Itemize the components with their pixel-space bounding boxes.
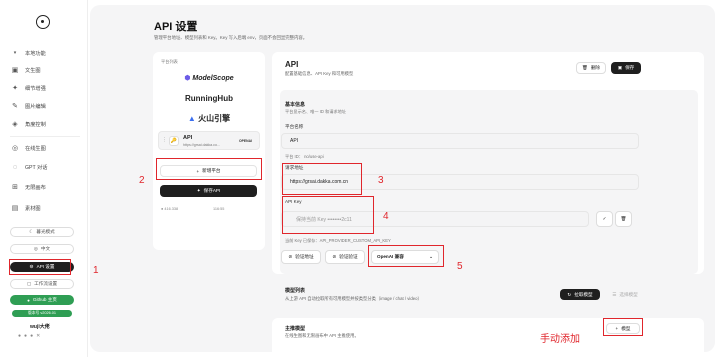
globe-icon: ◎ [11, 145, 19, 152]
version-badge: 版本号 v2026.01 [12, 310, 72, 317]
key-env-hint: 当前 Key 已保存：API_PROVIDER_CUSTOM_API_KEY [285, 238, 391, 243]
user-name: wuji大佬 [30, 324, 50, 330]
provider-footer-right: 116:55 [213, 207, 225, 211]
save-icon: ▣ [617, 65, 623, 70]
provider-runninghub[interactable]: RunningHub [153, 94, 265, 103]
list-icon: ☰ [612, 291, 617, 297]
check-circle-icon: ⊘ [288, 254, 293, 259]
verify-key-button[interactable]: ⊘ 验证验证 [325, 250, 365, 264]
main-model-subtitle: 在线生图和无限画布中 API 主推使用。 [285, 333, 359, 338]
provider-url: https://grsai.dakka.co... [183, 143, 220, 147]
sidebar-item-assets[interactable]: ▤ 素材图 [6, 201, 82, 215]
annotation-number-3: 3 [378, 175, 384, 186]
verify-url-button[interactable]: ⊘ 验证地址 [281, 250, 321, 264]
provider-list-title: 平台列表 [161, 59, 178, 64]
annotation-number-4: 4 [383, 211, 389, 222]
annotation-manual-add: 手动添加 [540, 334, 580, 345]
provider-list: 平台列表 ⬢ ModelScope RunningHub ▲ 火山引擎 ● 41… [153, 52, 265, 250]
name-label: 平台名称 [285, 124, 304, 129]
provider-volcengine[interactable]: ▲ 火山引擎 [153, 113, 265, 124]
workflow-settings-button[interactable]: ▢ 工作流设置 [10, 279, 74, 289]
sidebar-item-text2image[interactable]: ▣ 文生图 [6, 63, 82, 77]
social-icons: ●●●✕ [18, 333, 43, 339]
trash-icon: 🗑 [581, 65, 588, 70]
save-api-button[interactable]: ✦ 保存API [160, 185, 257, 197]
check-circle-icon: ⊘ [332, 254, 337, 259]
select-models-button[interactable]: ☰ 选择模型 [605, 289, 645, 300]
moon-icon: ☾ [29, 229, 34, 234]
page-subtitle: 管理平台地址、模型列表和 Key。Key 写入后端 env，页面不会回显完整内容… [154, 35, 308, 40]
annotation-box-1 [9, 259, 71, 275]
divider [10, 136, 80, 137]
provider-name: API [183, 135, 193, 141]
page-title: API 设置 [154, 21, 198, 33]
annotation-number-1: 1 [93, 265, 99, 276]
canvas-icon: ⊞ [12, 184, 18, 191]
globe-icon: ◎ [33, 246, 38, 251]
x-icon[interactable]: ✕ [36, 333, 43, 339]
image-icon: ▣ [11, 67, 19, 74]
check-icon: ✓ [602, 216, 607, 221]
fetch-models-button[interactable]: ↻ 拉取模型 [560, 289, 600, 300]
file-icon: ▢ [26, 281, 32, 286]
sparkle-icon: ✦ [196, 188, 201, 193]
collapse-icon: ▾ [13, 50, 17, 56]
cube-icon: ◈ [12, 121, 18, 128]
sidebar: ▾ 本地功能 ▣ 文生图 ✦ 细节增强 ✎ 图片编辑 ◈ 角度控制 ◎ 在线生图 ◌ GPT… [0, 0, 88, 357]
annotation-box-5 [368, 245, 444, 267]
github-button[interactable]: ● Github 主页 [10, 295, 74, 305]
sidebar-item-gpt[interactable]: ◌ GPT 对话 [6, 160, 82, 174]
provider-footer-left: ● 416.338 [161, 207, 179, 211]
provider-item-selected[interactable]: ⋮ 🔑 API https://grsai.dakka.co... OPENAI [158, 131, 260, 150]
edit-icon: ✎ [12, 103, 18, 110]
folder-icon: ▤ [11, 205, 19, 212]
sidebar-item-detail[interactable]: ✦ 细节增强 [6, 81, 82, 95]
annotation-number-5: 5 [457, 261, 463, 272]
save-button[interactable]: ▣ 保存 [611, 62, 641, 74]
volcengine-logo: ▲ [187, 114, 196, 123]
key-icon: 🔑 [169, 136, 179, 146]
theme-toggle[interactable]: ☾ 暮光模式 [10, 227, 74, 237]
annotation-box-2 [156, 158, 262, 180]
sidebar-item-canvas[interactable]: ⊞ 无限画布 [6, 180, 82, 194]
sidebar-item-image-edit[interactable]: ✎ 图片编辑 [6, 99, 82, 113]
language-toggle[interactable]: ◎ 中文 [10, 244, 74, 254]
main-model-title: 主推模型 [285, 326, 306, 332]
sidebar-item-online[interactable]: ◎ 在线生图 [6, 141, 82, 155]
confirm-key-button[interactable]: ✓ [596, 211, 613, 227]
detail-subtitle: 配置基础信息、API Key 和可用模型 [285, 71, 354, 76]
provider-modelscope[interactable]: ⬢ ModelScope [153, 74, 265, 82]
provider-type-tag: OPENAI [239, 139, 252, 143]
sidebar-section-label: ▾ 本地功能 [6, 48, 82, 58]
platform-id-text: 平台 ID： no/use-api [285, 154, 324, 159]
models-subtitle: 从上游 API 自动拉取所有可用模型并按类型分类（image / chat / … [285, 296, 422, 301]
github-icon: ● [27, 297, 30, 303]
annotation-box-manual [603, 318, 643, 336]
app-logo [36, 15, 50, 29]
chat-icon: ◌ [12, 163, 18, 171]
drag-handle-icon[interactable]: ⋮ [162, 137, 167, 143]
detail-title: API [285, 60, 299, 69]
basic-info-subtitle: 平台显示名、唯一 ID 和请求地址 [285, 109, 346, 114]
models-title: 模型列表 [285, 288, 306, 294]
modelscope-logo: ⬢ [184, 75, 191, 82]
delete-button[interactable]: 🗑 删除 [576, 62, 606, 74]
trash-icon: 🗑 [620, 216, 627, 221]
annotation-number-2: 2 [139, 175, 145, 186]
annotation-box-4 [282, 196, 374, 234]
sparkle-icon: ✦ [12, 85, 18, 92]
clear-key-button[interactable]: 🗑 [615, 211, 632, 227]
sidebar-item-angle[interactable]: ◈ 角度控制 [6, 117, 82, 131]
annotation-box-3 [282, 163, 362, 195]
basic-info-title: 基本信息 [285, 102, 306, 108]
refresh-icon: ↻ [567, 291, 572, 297]
name-input[interactable]: API [281, 133, 639, 149]
